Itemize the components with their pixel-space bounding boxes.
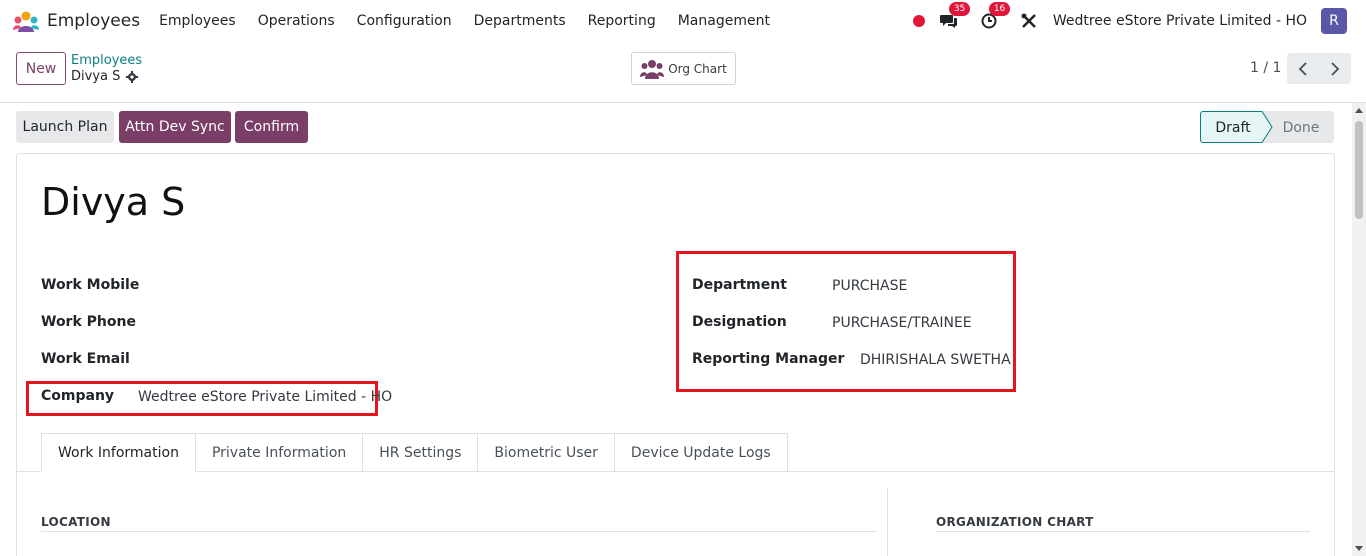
users-icon xyxy=(640,59,665,79)
org-chart-label: Org Chart xyxy=(668,61,727,76)
stage-selector: Draft Done xyxy=(1200,111,1335,143)
company-label: Company xyxy=(41,388,115,404)
pager-value[interactable]: 1 / 1 xyxy=(1250,60,1281,76)
notebook-tabs: Work Information Private Information HR … xyxy=(41,433,788,472)
launch-plan-button[interactable]: Launch Plan xyxy=(16,111,114,143)
menu-configuration[interactable]: Configuration xyxy=(346,13,463,29)
designation-label: Designation xyxy=(692,314,787,330)
company-switcher[interactable]: Wedtree eStore Private Limited - HO xyxy=(1053,13,1307,29)
employees-app-icon xyxy=(13,10,39,32)
menu-reporting[interactable]: Reporting xyxy=(577,13,667,29)
chevron-left-icon xyxy=(1298,61,1307,76)
main-menu: Employees Operations Configuration Depar… xyxy=(148,13,781,29)
messages-button[interactable]: 35 xyxy=(939,2,971,31)
stage-draft: Draft xyxy=(1215,120,1251,136)
menu-departments[interactable]: Departments xyxy=(463,13,577,29)
work-mobile-label: Work Mobile xyxy=(41,277,140,293)
app-title: Employees xyxy=(47,11,141,31)
reporting-manager-field[interactable]: DHIRISHALA SWETHA xyxy=(860,352,1011,368)
debug-tools-button[interactable] xyxy=(1019,11,1039,31)
tools-icon xyxy=(1021,13,1036,28)
scrollbar-thumb[interactable] xyxy=(1355,121,1363,219)
org-chart-button[interactable]: Org Chart xyxy=(631,52,736,85)
messages-badge: 35 xyxy=(948,2,971,16)
scroll-up-icon[interactable] xyxy=(1355,108,1363,113)
pager-previous-button[interactable] xyxy=(1287,53,1319,84)
employee-name[interactable]: Divya S xyxy=(41,180,185,224)
menu-operations[interactable]: Operations xyxy=(247,13,346,29)
top-navbar: Employees Employees Operations Configura… xyxy=(0,0,1366,42)
stage-done: Done xyxy=(1283,120,1320,136)
department-label: Department xyxy=(692,277,787,293)
menu-management[interactable]: Management xyxy=(667,13,781,29)
attn-dev-sync-button[interactable]: Attn Dev Sync xyxy=(119,111,231,143)
chevron-right-icon xyxy=(1331,61,1340,76)
work-phone-label: Work Phone xyxy=(41,314,136,330)
location-section-rule xyxy=(41,531,877,532)
company-field[interactable]: Wedtree eStore Private Limited - HO xyxy=(138,389,392,405)
pager-next-button[interactable] xyxy=(1319,53,1351,84)
stage-arrows: Draft Done xyxy=(1200,111,1334,143)
gear-icon[interactable] xyxy=(126,70,139,83)
navbar-systray: 35 16 Wedtree eStore Private Limited - H… xyxy=(912,0,1366,42)
designation-field[interactable]: PURCHASE/TRAINEE xyxy=(832,315,972,331)
page-scrollbar[interactable] xyxy=(1352,103,1366,556)
form-statusbar: Launch Plan Attn Dev Sync Confirm Draft … xyxy=(0,103,1366,153)
breadcrumb-employees[interactable]: Employees xyxy=(71,53,142,68)
department-field[interactable]: PURCHASE xyxy=(832,278,907,294)
column-divider xyxy=(887,488,888,556)
tab-device-update-logs[interactable]: Device Update Logs xyxy=(614,433,788,472)
tab-private-information[interactable]: Private Information xyxy=(195,433,364,472)
org-chart-section-rule xyxy=(936,531,1310,532)
new-button[interactable]: New xyxy=(16,52,66,85)
location-section-title: LOCATION xyxy=(41,515,111,529)
user-avatar[interactable]: R xyxy=(1321,8,1347,34)
reporting-manager-label: Reporting Manager xyxy=(692,351,845,367)
org-chart-section-title: ORGANIZATION CHART xyxy=(936,515,1094,529)
scroll-down-icon[interactable] xyxy=(1355,546,1363,551)
confirm-button[interactable]: Confirm xyxy=(235,111,308,143)
work-email-label: Work Email xyxy=(41,351,130,367)
breadcrumb-current-label: Divya S xyxy=(71,69,121,84)
menu-employees[interactable]: Employees xyxy=(148,13,247,29)
control-panel: New Employees Divya S Org Chart 1 / 1 xyxy=(0,42,1366,103)
tab-biometric-user[interactable]: Biometric User xyxy=(478,433,615,472)
tab-hr-settings[interactable]: HR Settings xyxy=(363,433,479,472)
breadcrumb-current: Divya S xyxy=(71,69,139,84)
app-brand[interactable]: Employees xyxy=(13,10,140,32)
activities-button[interactable]: 16 xyxy=(979,2,1011,31)
activities-badge: 16 xyxy=(988,2,1011,16)
tab-work-information[interactable]: Work Information xyxy=(41,433,196,472)
recording-indicator-icon[interactable] xyxy=(912,15,925,27)
